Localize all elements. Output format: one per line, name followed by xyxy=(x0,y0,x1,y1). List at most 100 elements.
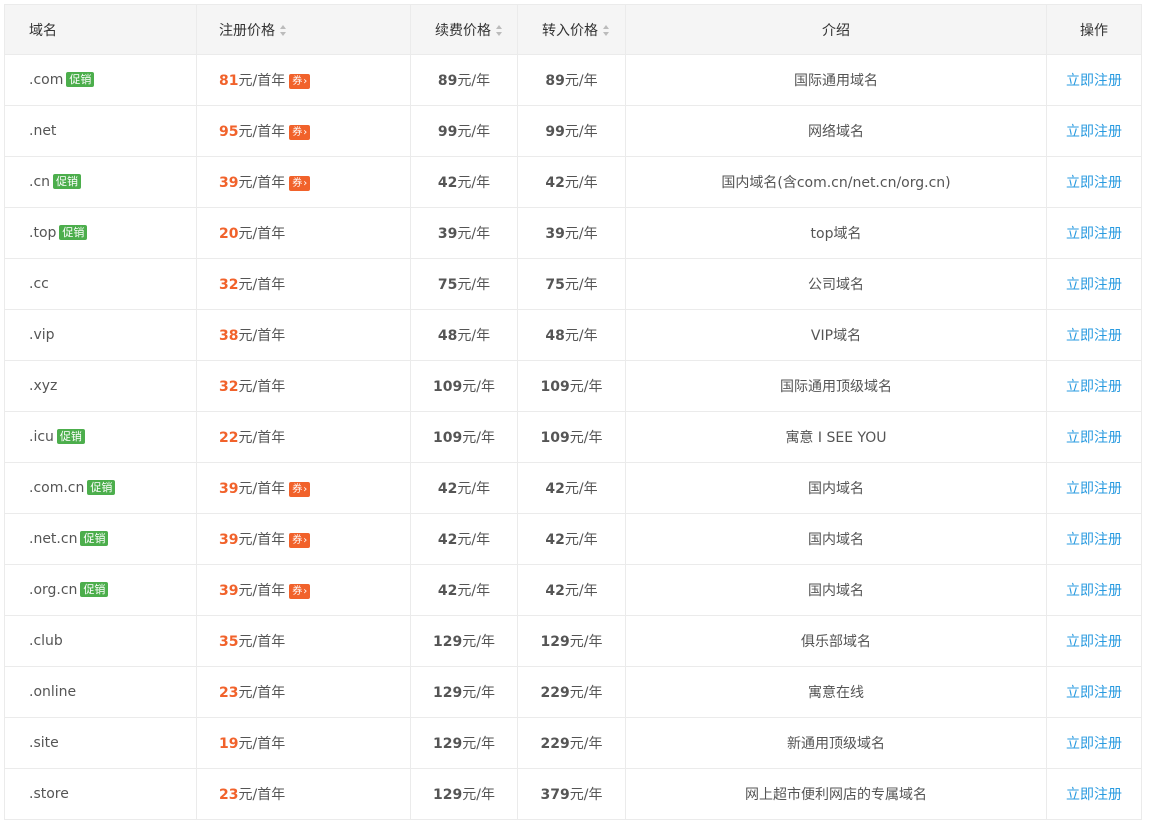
register-price-unit: 元/首年 xyxy=(238,583,286,599)
register-now-link[interactable]: 立即注册 xyxy=(1066,481,1122,497)
description-cell: 网络域名 xyxy=(625,105,1047,157)
transfer-price-cell: 229元/年 xyxy=(517,666,626,718)
action-cell: 立即注册 xyxy=(1046,309,1142,361)
domain-extension: .icu xyxy=(29,429,54,445)
register-now-link[interactable]: 立即注册 xyxy=(1066,736,1122,752)
description-cell: 公司域名 xyxy=(625,258,1047,310)
renew-price-cell: 109元/年 xyxy=(410,411,518,463)
chevron-right-icon: › xyxy=(303,76,308,87)
domain-cell: .online xyxy=(4,666,197,718)
domain-cell: .net xyxy=(4,105,197,157)
register-price-value: 35 xyxy=(219,634,239,650)
transfer-price-cell: 229元/年 xyxy=(517,717,626,769)
description-text: 寓意 I SEE YOU xyxy=(785,430,887,446)
register-now-link[interactable]: 立即注册 xyxy=(1066,124,1122,140)
coupon-badge[interactable]: 券› xyxy=(289,125,311,140)
renew-price-unit: 元/年 xyxy=(457,532,491,548)
description-text: top域名 xyxy=(810,226,862,242)
coupon-label: 券 xyxy=(292,484,303,495)
transfer-price-cell: 42元/年 xyxy=(517,156,626,208)
register-now-link[interactable]: 立即注册 xyxy=(1066,583,1122,599)
transfer-price-cell: 109元/年 xyxy=(517,411,626,463)
register-price-unit: 元/首年 xyxy=(238,124,286,140)
transfer-price-value: 42 xyxy=(545,175,565,191)
register-now-link[interactable]: 立即注册 xyxy=(1066,634,1122,650)
transfer-price-unit: 元/年 xyxy=(569,787,603,803)
header-register-price[interactable]: 注册价格 xyxy=(196,4,411,55)
domain-cell: .org.cn 促销 xyxy=(4,564,197,616)
header-renew-price[interactable]: 续费价格 xyxy=(410,4,518,55)
coupon-label: 券 xyxy=(292,586,303,597)
register-price-value: 39 xyxy=(219,175,239,191)
chevron-right-icon: › xyxy=(303,127,308,138)
header-transfer-price-label: 转入价格 xyxy=(542,22,598,39)
header-action-label: 操作 xyxy=(1080,22,1108,39)
renew-price-cell: 42元/年 xyxy=(410,156,518,208)
transfer-price-value: 109 xyxy=(540,379,570,395)
sort-icon[interactable] xyxy=(603,25,610,36)
register-price-cell: 22元/首年 xyxy=(196,411,411,463)
promo-badge: 促销 xyxy=(56,429,85,444)
domain-cell: .cc xyxy=(4,258,197,310)
sort-icon[interactable] xyxy=(496,25,503,36)
coupon-badge[interactable]: 券› xyxy=(289,176,311,191)
chevron-right-icon: › xyxy=(303,535,308,546)
register-now-link[interactable]: 立即注册 xyxy=(1066,277,1122,293)
register-now-link[interactable]: 立即注册 xyxy=(1066,379,1122,395)
coupon-badge[interactable]: 券› xyxy=(289,533,311,548)
description-text: 国际通用域名 xyxy=(794,73,878,89)
renew-price-cell: 42元/年 xyxy=(410,513,518,565)
coupon-badge[interactable]: 券› xyxy=(289,74,311,89)
register-now-link[interactable]: 立即注册 xyxy=(1066,430,1122,446)
description-cell: 国内域名 xyxy=(625,462,1047,514)
register-now-link[interactable]: 立即注册 xyxy=(1066,685,1122,701)
action-cell: 立即注册 xyxy=(1046,564,1142,616)
transfer-price-cell: 42元/年 xyxy=(517,513,626,565)
description-text: 网上超市便利网店的专属域名 xyxy=(745,787,927,803)
coupon-badge[interactable]: 券› xyxy=(289,584,311,599)
chevron-right-icon: › xyxy=(303,586,308,597)
register-price-unit: 元/首年 xyxy=(238,787,286,803)
register-now-link[interactable]: 立即注册 xyxy=(1066,328,1122,344)
domain-cell: .com 促销 xyxy=(4,54,197,106)
action-cell: 立即注册 xyxy=(1046,666,1142,718)
action-cell: 立即注册 xyxy=(1046,513,1142,565)
register-price-cell: 20元/首年 xyxy=(196,207,411,259)
register-price-value: 38 xyxy=(219,328,239,344)
domain-cell: .store xyxy=(4,768,197,820)
domain-extension: .net.cn xyxy=(29,531,78,547)
register-now-link[interactable]: 立即注册 xyxy=(1066,787,1122,803)
renew-price-unit: 元/年 xyxy=(457,481,491,497)
description-text: 国内域名 xyxy=(808,532,864,548)
register-price-value: 39 xyxy=(219,532,239,548)
transfer-price-unit: 元/年 xyxy=(564,124,598,140)
renew-price-value: 42 xyxy=(437,583,458,599)
register-now-link[interactable]: 立即注册 xyxy=(1066,226,1122,242)
register-price-value: 95 xyxy=(219,124,239,140)
table-row: .org.cn 促销 39元/首年 券› 42元/年 42元/年 国内域名 立即注册 xyxy=(4,564,1142,616)
header-transfer-price[interactable]: 转入价格 xyxy=(517,4,626,55)
renew-price-unit: 元/年 xyxy=(457,73,491,89)
domain-extension: .store xyxy=(29,786,69,802)
chevron-right-icon: › xyxy=(303,178,308,189)
coupon-badge[interactable]: 券› xyxy=(289,482,311,497)
renew-price-unit: 元/年 xyxy=(457,328,491,344)
register-price-unit: 元/首年 xyxy=(238,685,286,701)
register-now-link[interactable]: 立即注册 xyxy=(1066,73,1122,89)
register-price-unit: 元/首年 xyxy=(238,532,286,548)
register-price-unit: 元/首年 xyxy=(238,73,286,89)
sort-icon[interactable] xyxy=(280,25,287,36)
register-now-link[interactable]: 立即注册 xyxy=(1066,175,1122,191)
table-row: .cc 32元/首年 75元/年 75元/年 公司域名 立即注册 xyxy=(4,258,1142,310)
renew-price-cell: 48元/年 xyxy=(410,309,518,361)
register-price-cell: 32元/首年 xyxy=(196,258,411,310)
table-row: .online 23元/首年 129元/年 229元/年 寓意在线 立即注册 xyxy=(4,666,1142,718)
renew-price-cell: 39元/年 xyxy=(410,207,518,259)
description-cell: 国内域名 xyxy=(625,564,1047,616)
register-price-value: 19 xyxy=(219,736,239,752)
renew-price-value: 129 xyxy=(433,685,463,701)
table-row: .club 35元/首年 129元/年 129元/年 俱乐部域名 立即注册 xyxy=(4,615,1142,667)
register-now-link[interactable]: 立即注册 xyxy=(1066,532,1122,548)
domain-cell: .cn 促销 xyxy=(4,156,197,208)
description-text: 公司域名 xyxy=(808,277,864,293)
